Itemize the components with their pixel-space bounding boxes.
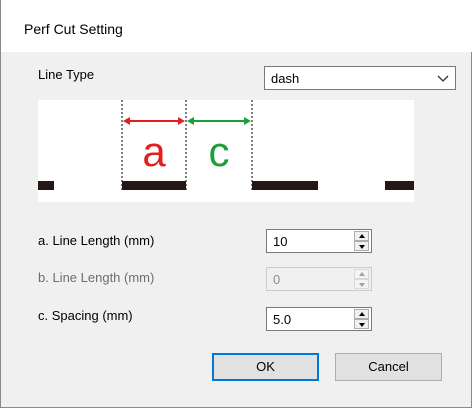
c-spacing-value: 5.0 [273, 312, 292, 327]
c-spacing-down-button[interactable] [354, 319, 369, 329]
marker-c: c [209, 128, 230, 175]
chevron-down-icon [437, 75, 449, 82]
b-length-input: 0 [266, 267, 372, 291]
spin-down-icon [359, 323, 365, 327]
a-length-down-button[interactable] [354, 241, 369, 251]
line-type-label: Line Type [38, 67, 95, 82]
perf-cut-dialog: Perf Cut Setting Line Type dash a c a. L… [0, 0, 473, 408]
b-length-down-button [354, 279, 369, 289]
marker-a: a [142, 128, 166, 175]
a-length-input[interactable]: 10 [266, 229, 372, 253]
a-length-up-button[interactable] [354, 231, 369, 241]
spin-down-icon [359, 283, 365, 287]
dash-segment-2 [122, 181, 186, 190]
a-length-stepper [354, 231, 369, 251]
spin-down-icon [359, 245, 365, 249]
title-bar: Perf Cut Setting [1, 0, 473, 52]
c-spacing-up-button[interactable] [354, 309, 369, 319]
a-length-value: 10 [273, 234, 288, 249]
dash-segment-1 [38, 181, 54, 190]
dash-segment-3 [252, 181, 318, 190]
c-spacing-stepper [354, 309, 369, 329]
c-spacing-label: c. Spacing (mm) [38, 308, 133, 323]
dash-segment-4 [385, 181, 414, 190]
a-length-label: a. Line Length (mm) [38, 233, 155, 248]
b-length-up-button [354, 269, 369, 279]
cancel-button[interactable]: Cancel [335, 353, 442, 381]
dialog-title: Perf Cut Setting [24, 21, 123, 37]
line-type-select[interactable]: dash [264, 66, 456, 90]
a-arrow [123, 117, 185, 125]
line-preview-graphic: a c [38, 100, 414, 190]
b-length-value: 0 [273, 272, 281, 287]
c-arrow [187, 117, 251, 125]
line-type-value: dash [271, 71, 300, 86]
b-length-label: b. Line Length (mm) [38, 270, 155, 285]
ok-button[interactable]: OK [212, 353, 319, 381]
spin-up-icon [359, 312, 365, 316]
b-length-stepper [354, 269, 369, 289]
line-preview: a c [38, 100, 414, 202]
spin-up-icon [359, 234, 365, 238]
spin-up-icon [359, 272, 365, 276]
c-spacing-input[interactable]: 5.0 [266, 307, 372, 331]
